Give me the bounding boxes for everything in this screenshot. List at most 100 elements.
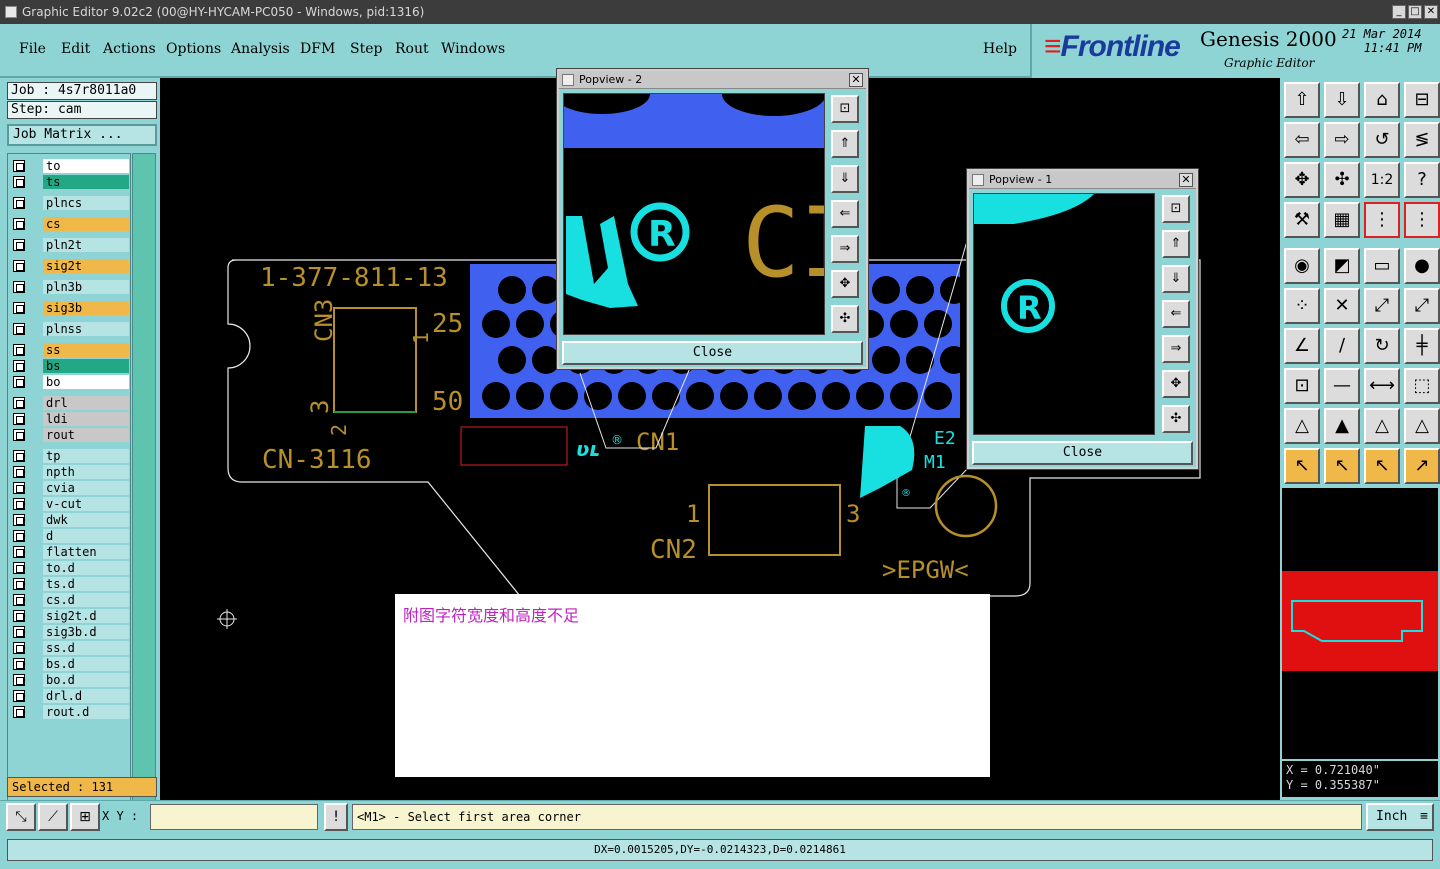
measure-icon[interactable]: ⟷: [1364, 368, 1400, 404]
layer-checkbox[interactable]: [13, 578, 25, 590]
layer-row[interactable]: bs: [13, 359, 129, 373]
layer-row[interactable]: to: [13, 159, 129, 173]
ruler-icon[interactable]: ▭: [1364, 248, 1400, 284]
angle-icon[interactable]: ∠: [1284, 328, 1320, 364]
layer-checkbox[interactable]: [13, 376, 25, 388]
grid-snap-icon[interactable]: ⊞: [70, 803, 100, 831]
menu-step[interactable]: Step: [350, 41, 382, 57]
menu-help[interactable]: Help: [983, 41, 1017, 57]
line-end-icon[interactable]: ⤢: [1404, 288, 1440, 324]
point-icon[interactable]: ⊡: [1284, 368, 1320, 404]
minimize-button[interactable]: _: [1392, 5, 1406, 19]
layer-checkbox[interactable]: [13, 218, 25, 230]
zoom-down-icon[interactable]: ⇩: [1324, 82, 1360, 118]
layer-checkbox[interactable]: [13, 176, 25, 188]
xy-input[interactable]: [150, 804, 318, 830]
popview-2-close-button[interactable]: Close: [562, 341, 863, 365]
layer-row[interactable]: cs.d: [13, 593, 129, 607]
layer-row[interactable]: ss.d: [13, 641, 129, 655]
triangle-1-icon[interactable]: △: [1284, 408, 1320, 444]
pv2-pan-down-button[interactable]: ⇓: [831, 165, 859, 193]
home-view-icon[interactable]: ⌂: [1364, 82, 1400, 118]
triangle-4-icon[interactable]: △: [1404, 408, 1440, 444]
zoom-home-icon[interactable]: ⇧: [1284, 82, 1320, 118]
pv1-zoom-in-button[interactable]: ✥: [1162, 370, 1190, 398]
layer-checkbox[interactable]: [13, 239, 25, 251]
layer-checkbox[interactable]: [13, 690, 25, 702]
window-close-button[interactable]: ✕: [1424, 5, 1438, 19]
menu-analysis[interactable]: Analysis: [231, 41, 290, 57]
dot-select-icon[interactable]: ●: [1404, 248, 1440, 284]
layer-checkbox[interactable]: [13, 674, 25, 686]
pv1-zoom-home-button[interactable]: ⊡: [1162, 195, 1190, 223]
layer-row[interactable]: cs: [13, 217, 129, 231]
pv2-zoom-in-button[interactable]: ✥: [831, 270, 859, 298]
layer-checkbox[interactable]: [13, 197, 25, 209]
layer-checkbox[interactable]: [13, 530, 25, 542]
window-split-icon[interactable]: ⊟: [1404, 82, 1440, 118]
layer-checkbox[interactable]: [13, 160, 25, 172]
menu-rout[interactable]: Rout: [395, 41, 429, 57]
net-select-icon[interactable]: ⋮: [1404, 202, 1440, 238]
layer-checkbox[interactable]: [13, 514, 25, 526]
pv1-pan-right-button[interactable]: ⇒: [1162, 335, 1190, 363]
cross-icon[interactable]: ✕: [1324, 288, 1360, 324]
zoom-fit-icon[interactable]: ✥: [1284, 162, 1320, 198]
layer-checkbox[interactable]: [13, 466, 25, 478]
menu-dfm[interactable]: DFM: [300, 41, 335, 57]
layer-checkbox[interactable]: [13, 626, 25, 638]
layer-row[interactable]: d: [13, 529, 129, 543]
pointer-box-icon[interactable]: ↖: [1324, 448, 1360, 484]
popview-2-x-button[interactable]: ✕: [849, 73, 863, 87]
layer-row[interactable]: ldi: [13, 412, 129, 426]
zoom-center-icon[interactable]: ✣: [1324, 162, 1360, 198]
layer-checkbox[interactable]: [13, 642, 25, 654]
pv1-pan-left-button[interactable]: ⇐: [1162, 300, 1190, 328]
maximize-button[interactable]: □: [1408, 5, 1422, 19]
layer-row[interactable]: to.d: [13, 561, 129, 575]
pointer-rotate-icon[interactable]: ↖: [1364, 448, 1400, 484]
layer-row[interactable]: plnss: [13, 322, 129, 336]
alert-icon[interactable]: !: [324, 803, 348, 831]
menu-actions[interactable]: Actions: [103, 41, 156, 57]
layer-row[interactable]: plncs: [13, 196, 129, 210]
triangle-2-icon[interactable]: ▲: [1324, 408, 1360, 444]
pv2-pan-up-button[interactable]: ⇑: [831, 130, 859, 158]
layer-checkbox[interactable]: [13, 546, 25, 558]
layer-row[interactable]: npth: [13, 465, 129, 479]
popview-1-close-button[interactable]: Close: [972, 441, 1193, 465]
scale-5-icon[interactable]: ↺: [1364, 122, 1400, 158]
layer-checkbox[interactable]: [13, 498, 25, 510]
layer-row[interactable]: flatten: [13, 545, 129, 559]
connect-icon[interactable]: ⁘: [1284, 288, 1320, 324]
layer-checkbox[interactable]: [13, 482, 25, 494]
layer-row[interactable]: sig3b: [13, 301, 129, 315]
layer-checkbox[interactable]: [13, 260, 25, 272]
overview-map[interactable]: [1282, 571, 1438, 671]
layer-checkbox[interactable]: [13, 302, 25, 314]
pan-right-icon[interactable]: ⇨: [1324, 122, 1360, 158]
step-icon[interactable]: ≶: [1404, 122, 1440, 158]
layer-checkbox[interactable]: [13, 562, 25, 574]
layer-checkbox[interactable]: [13, 658, 25, 670]
arc-icon[interactable]: ↻: [1364, 328, 1400, 364]
pointer-route-icon[interactable]: ↗: [1404, 448, 1440, 484]
pv1-zoom-out-button[interactable]: ✣: [1162, 405, 1190, 433]
parallel-icon[interactable]: ╪: [1404, 328, 1440, 364]
layer-row[interactable]: drl: [13, 396, 129, 410]
layer-checkbox[interactable]: [13, 344, 25, 356]
shape-icon[interactable]: ⬚: [1404, 368, 1440, 404]
layer-row[interactable]: sig2t: [13, 259, 129, 273]
layer-row[interactable]: v-cut: [13, 497, 129, 511]
menu-file[interactable]: File: [19, 41, 46, 57]
layer-checkbox[interactable]: [13, 450, 25, 462]
pan-left-icon[interactable]: ⇦: [1284, 122, 1320, 158]
popview-1-x-button[interactable]: ✕: [1179, 173, 1193, 187]
pv2-pan-right-button[interactable]: ⇒: [831, 235, 859, 263]
layer-row[interactable]: pln3b: [13, 280, 129, 294]
units-selector[interactable]: Inch ≡: [1366, 803, 1434, 831]
layer-checkbox[interactable]: [13, 429, 25, 441]
pv2-zoom-home-button[interactable]: ⊡: [831, 95, 859, 123]
layer-row[interactable]: ts: [13, 175, 129, 189]
layer-row[interactable]: ts.d: [13, 577, 129, 591]
